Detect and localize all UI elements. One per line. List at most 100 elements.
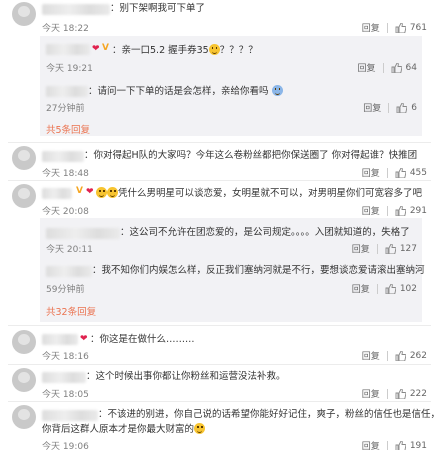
comment-actions: 回复 191 (362, 439, 427, 450)
avatar[interactable] (12, 368, 36, 392)
comment-actions: 回复 455 (362, 166, 427, 179)
comment-text-content: 你背后这群人原本才是你最大财富的 (42, 424, 195, 435)
reply-button[interactable]: 回复 (362, 349, 380, 362)
reply-text: ：请问一下下单的话是会怎样，亲给你看吗 (88, 85, 283, 98)
comment-actions: 回复 761 (362, 21, 427, 34)
reply-time: 27分钟前 (46, 104, 85, 114)
like-count: 127 (399, 243, 417, 254)
comment-text: ：不该进的别进，你自己说的话希望你能好好记住，爽子，粉丝的信任也是信任， (98, 409, 437, 420)
thumb-up-icon[interactable] (395, 440, 406, 450)
reply-button[interactable]: 回复 (358, 61, 376, 74)
vip-badge-icon: V (76, 186, 83, 196)
reply-text: ：我不知你们内娱怎么样，反正我们塞纳河就是不行，要想谈恋爱请滚出塞纳河 (92, 265, 425, 276)
divider (386, 440, 388, 450)
divider (386, 22, 388, 33)
heart-icon: ❤ (80, 334, 88, 344)
like-count: 222 (409, 388, 427, 399)
like-count: 262 (409, 350, 427, 361)
reply-time: 今天 20:11 (46, 245, 93, 255)
reply-username[interactable] (46, 266, 92, 277)
reply-button[interactable]: 回复 (352, 282, 370, 295)
username[interactable] (42, 151, 84, 162)
like-count: 291 (409, 205, 427, 216)
divider (8, 364, 431, 365)
avatar[interactable] (12, 2, 36, 26)
reply-username[interactable] (46, 44, 90, 55)
comment-text: ：这个时候出事你都让你粉丝和运营没法补救。 (86, 371, 286, 382)
reply-actions: 回复 64 (358, 61, 417, 74)
thumb-up-icon[interactable] (395, 388, 406, 399)
thumb-up-icon[interactable] (395, 167, 406, 178)
heart-icon: ❤ (92, 44, 100, 54)
reply-actions: 回复 127 (352, 242, 417, 255)
reply-button[interactable]: 回复 (362, 21, 380, 34)
comment-actions: 回复 222 (362, 387, 427, 400)
username[interactable] (42, 334, 78, 345)
comment-actions: 回复 291 (362, 204, 427, 217)
reply-time: 今天 19:21 (46, 64, 93, 74)
reply-time: 59分钟前 (46, 285, 85, 295)
divider (386, 205, 388, 216)
comment-time: 今天 18:16 (42, 352, 89, 362)
avatar[interactable] (12, 330, 36, 354)
divider (386, 388, 388, 399)
vip-badge-icon: V (102, 43, 109, 53)
reply-text: ：这公司不允许在团恋爱的，是公司规定。。。。入团就知道的，失格了 (120, 227, 410, 238)
comment-text: ：别下架啊我可下单了 (110, 3, 206, 14)
comment-text: ：你这是在做什么……… (90, 334, 195, 345)
comment-time: 今天 18:48 (42, 169, 89, 179)
reply-button[interactable]: 回复 (362, 439, 380, 450)
reply-button[interactable]: 回复 (362, 204, 380, 217)
reply-username[interactable] (46, 228, 120, 239)
like-count: 761 (409, 22, 427, 33)
reply-button[interactable]: 回复 (352, 242, 370, 255)
smile-emoji-icon (96, 187, 107, 198)
reply-text-content: ：亲一口5.2 握手券35 (112, 45, 209, 56)
reply-button[interactable]: 回复 (362, 387, 380, 400)
comment-actions: 回复 262 (362, 349, 427, 362)
thumb-up-icon[interactable] (395, 22, 406, 33)
divider (386, 167, 388, 178)
reply-button[interactable]: 回复 (362, 166, 380, 179)
comment-time: 今天 18:22 (42, 24, 89, 34)
username[interactable] (42, 410, 98, 421)
thumb-up-icon[interactable] (396, 102, 408, 113)
thumb-up-icon[interactable] (385, 243, 396, 254)
thumb-up-icon[interactable] (385, 283, 396, 294)
like-count: 102 (399, 283, 417, 294)
comment-text-content: 凭什么男明星可以谈恋爱，女明星就不可以，对男明星你们可宽容多了吧 (118, 188, 423, 199)
reply-username[interactable] (46, 86, 88, 97)
username[interactable] (42, 188, 72, 199)
view-more-replies-link[interactable]: 共32条回复 (46, 304, 96, 318)
thumb-up-icon[interactable] (391, 62, 402, 73)
divider (382, 62, 384, 73)
heart-icon: ❤ (86, 187, 94, 197)
divider (388, 102, 390, 113)
smile-emoji-icon (208, 44, 220, 55)
reply-button[interactable]: 回复 (363, 101, 381, 114)
divider (386, 350, 388, 361)
reply-actions: 回复 102 (352, 282, 417, 295)
like-count: 191 (409, 440, 427, 450)
username[interactable] (42, 4, 110, 15)
like-count: 455 (409, 167, 427, 178)
username[interactable] (42, 372, 86, 383)
smile-emoji-icon (271, 85, 283, 96)
smile-emoji-icon (107, 187, 118, 198)
thumb-up-icon[interactable] (395, 350, 406, 361)
divider (376, 243, 378, 254)
comment-text: ：你对得起H队的大家吗？今年这么卷粉丝都把你保送圈了 你对得起谁？快推团 (84, 150, 418, 161)
thumb-up-icon[interactable] (395, 205, 406, 216)
smile-emoji-icon (194, 423, 206, 434)
avatar[interactable] (12, 146, 36, 170)
reply-text-tail: ？？？？ (219, 45, 258, 56)
divider (8, 180, 431, 181)
divider (8, 142, 431, 143)
comment-text: 你背后这群人原本才是你最大财富的 (42, 423, 206, 436)
avatar[interactable] (12, 405, 36, 429)
comment-text: 凭什么男明星可以谈恋爱，女明星就不可以，对男明星你们可宽容多了吧 (96, 187, 422, 200)
reply-actions: 回复 6 (363, 101, 417, 114)
avatar[interactable] (12, 184, 36, 208)
reply-text: ：亲一口5.2 握手券35 ？？？？ (112, 44, 258, 57)
view-more-replies-link[interactable]: 共5条回复 (46, 122, 90, 136)
